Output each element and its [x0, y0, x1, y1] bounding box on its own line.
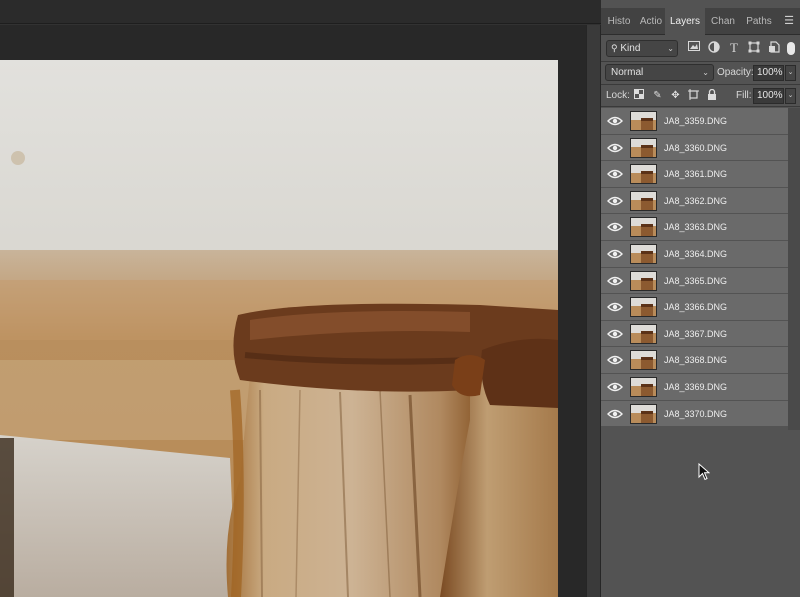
lock-row: Lock: ✎ ✥ Fill: 100% ⌄ — [601, 87, 800, 105]
filter-kind-label: Kind — [620, 43, 641, 54]
eye-visibility-icon[interactable] — [607, 115, 623, 127]
layer-row[interactable]: JA8_3361.DNG — [601, 161, 788, 188]
layer-thumbnail — [630, 243, 657, 264]
type-filter-icon[interactable]: T — [727, 41, 741, 55]
document-image[interactable] — [0, 60, 558, 597]
layer-list-scrollbar[interactable] — [788, 108, 800, 430]
blend-row: Normal ⌄ Opacity: 100% ⌄ — [601, 63, 800, 83]
eye-visibility-icon[interactable] — [607, 301, 623, 313]
layer-thumbnail — [630, 403, 657, 424]
layer-row[interactable]: JA8_3359.DNG — [601, 108, 788, 135]
eye-visibility-icon[interactable] — [607, 408, 623, 420]
layer-row[interactable]: JA8_3365.DNG — [601, 267, 788, 295]
opacity-label: Opacity: — [717, 67, 754, 78]
layer-row[interactable]: JA8_3360.DNG — [601, 134, 788, 162]
eye-visibility-icon[interactable] — [607, 248, 623, 260]
eye-visibility-icon[interactable] — [607, 275, 623, 287]
eye-visibility-icon[interactable] — [607, 381, 623, 393]
lock-label: Lock: — [606, 90, 630, 101]
layer-row[interactable]: JA8_3362.DNG — [601, 187, 788, 215]
layer-name: JA8_3362.DNG — [664, 195, 728, 206]
layer-thumbnail — [630, 217, 657, 238]
chevron-down-icon: ⌄ — [667, 44, 674, 53]
layer-name: JA8_3368.DNG — [664, 355, 728, 366]
layer-name: JA8_3366.DNG — [664, 302, 728, 313]
blend-mode-value: Normal — [611, 67, 644, 78]
layer-filter-row: ⚲ Kind ⌄ T — [601, 38, 800, 60]
smart-object-filter-icon[interactable] — [767, 41, 781, 55]
lock-position-icon[interactable]: ✥ — [669, 89, 682, 102]
layer-thumbnail — [630, 270, 657, 291]
layer-thumbnail — [630, 323, 657, 344]
filter-kind-select[interactable]: ⚲ Kind ⌄ — [606, 40, 678, 57]
eye-visibility-icon[interactable] — [607, 142, 623, 154]
search-icon: ⚲ — [611, 43, 618, 53]
layer-row[interactable]: JA8_3367.DNG — [601, 320, 788, 348]
layer-row[interactable]: JA8_3366.DNG — [601, 294, 788, 321]
tab-layers[interactable]: Layers — [665, 8, 705, 35]
layer-name: JA8_3367.DNG — [664, 328, 728, 339]
layer-name: JA8_3364.DNG — [664, 248, 728, 259]
panel-tab-bar: Histo Actio Layers Chan Paths ☰ — [601, 8, 800, 35]
fill-input[interactable]: 100% — [753, 88, 784, 104]
layer-thumbnail — [630, 190, 657, 211]
eye-visibility-icon[interactable] — [607, 328, 623, 340]
divider — [601, 61, 800, 62]
layer-row[interactable]: JA8_3369.DNG — [601, 373, 788, 401]
layer-thumbnail — [630, 376, 657, 397]
layer-thumbnail — [630, 137, 657, 158]
fill-label: Fill: — [736, 90, 752, 101]
layer-row[interactable]: JA8_3370.DNG — [601, 400, 788, 428]
adjustment-filter-icon[interactable] — [707, 41, 721, 55]
layer-thumbnail — [630, 350, 657, 371]
photoshop-window: ▸▸ — [0, 0, 800, 597]
opacity-dropdown-icon[interactable]: ⌄ — [785, 65, 796, 81]
layer-name: JA8_3365.DNG — [664, 275, 728, 286]
layer-name: JA8_3363.DNG — [664, 222, 728, 233]
image-filter-icon[interactable] — [687, 41, 701, 55]
eye-visibility-icon[interactable] — [607, 221, 623, 233]
tab-actions[interactable]: Actio — [637, 8, 665, 35]
layer-row[interactable]: JA8_3363.DNG — [601, 214, 788, 241]
filter-toggle-switch[interactable] — [787, 42, 795, 55]
lock-all-icon[interactable] — [705, 88, 718, 102]
hamburger-menu-icon[interactable]: ☰ — [784, 14, 794, 27]
lock-image-pixels-icon[interactable]: ✎ — [651, 89, 664, 102]
eye-visibility-icon[interactable] — [607, 354, 623, 366]
divider — [601, 106, 800, 107]
eye-visibility-icon[interactable] — [607, 195, 623, 207]
lock-transparent-pixels-icon[interactable] — [632, 89, 645, 102]
tab-channels[interactable]: Chan — [705, 8, 741, 35]
fill-dropdown-icon[interactable]: ⌄ — [785, 88, 796, 104]
lock-artboard-icon[interactable] — [687, 89, 700, 102]
tab-paths[interactable]: Paths — [741, 8, 777, 35]
layer-name: JA8_3370.DNG — [664, 408, 728, 419]
vertical-divider-scrollbar[interactable] — [586, 25, 601, 597]
layer-row[interactable]: JA8_3368.DNG — [601, 347, 788, 374]
layer-name: JA8_3361.DNG — [664, 169, 728, 180]
chevron-down-icon: ⌄ — [702, 68, 709, 77]
blend-mode-select[interactable]: Normal ⌄ — [605, 64, 714, 81]
layer-list: JA8_3359.DNG JA8_3360.DNG JA8_3361.DNG J… — [601, 108, 788, 428]
document-canvas-area[interactable] — [0, 25, 586, 597]
shape-filter-icon[interactable] — [747, 41, 761, 55]
layer-thumbnail — [630, 111, 657, 131]
mouse-pointer-icon — [698, 463, 710, 481]
layer-name: JA8_3360.DNG — [664, 142, 728, 153]
eye-visibility-icon[interactable] — [607, 168, 623, 180]
opacity-input[interactable]: 100% — [753, 65, 784, 81]
divider — [601, 84, 800, 85]
layer-name: JA8_3369.DNG — [664, 381, 728, 392]
layer-row[interactable]: JA8_3364.DNG — [601, 240, 788, 268]
layers-panel: Histo Actio Layers Chan Paths ☰ ⚲ Kind ⌄… — [601, 0, 800, 597]
layer-name: JA8_3359.DNG — [664, 116, 728, 126]
tab-history[interactable]: Histo — [601, 8, 637, 35]
layer-thumbnail — [630, 164, 657, 185]
layer-thumbnail — [630, 297, 657, 318]
photo-wooden-posts — [0, 60, 558, 597]
